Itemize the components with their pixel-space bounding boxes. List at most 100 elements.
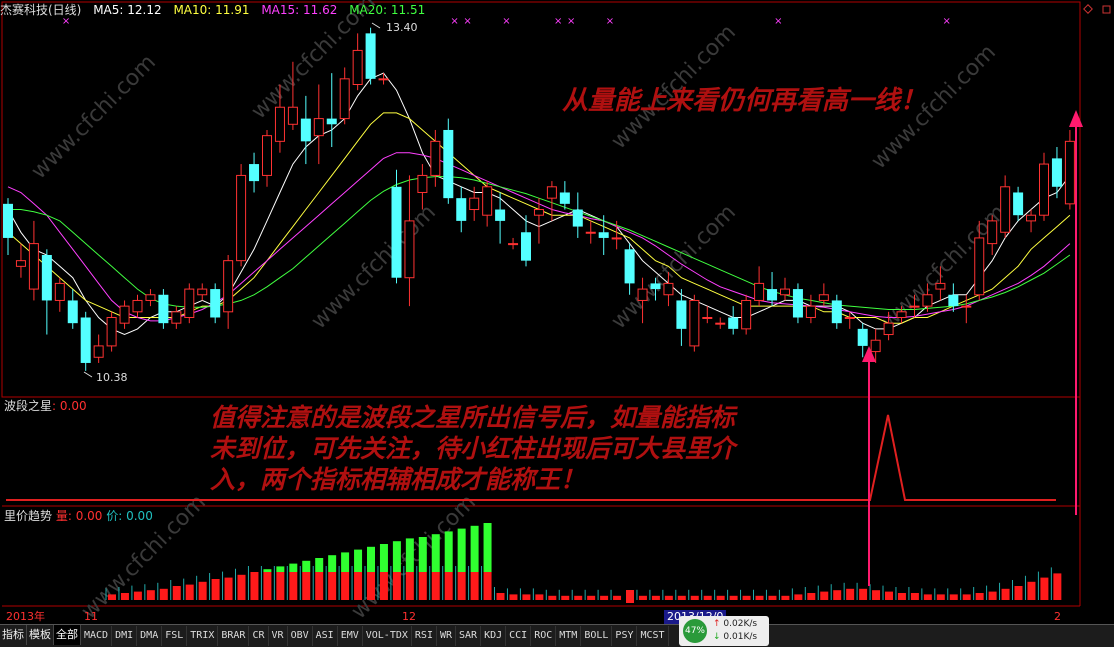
indicator-button-roc[interactable]: ROC — [531, 626, 557, 646]
candle — [987, 215, 998, 255]
volume-bar — [584, 589, 596, 600]
volume-bar — [688, 589, 699, 600]
volume-bar — [481, 523, 492, 600]
candle — [106, 311, 117, 352]
volume-bar — [727, 589, 738, 600]
candle — [1026, 209, 1037, 233]
tab-template[interactable]: 模板 — [27, 625, 54, 645]
low-pointer — [83, 371, 93, 378]
candle — [728, 306, 739, 335]
wave-star-value: : 0.00 — [52, 399, 87, 413]
candle — [792, 283, 803, 324]
indicator-button-emv[interactable]: EMV — [338, 626, 363, 646]
indicator-button-trix[interactable]: TRIX — [187, 626, 219, 646]
indicator-button-fsl[interactable]: FSL — [162, 626, 188, 646]
candle — [249, 152, 260, 193]
indicator-button-vr[interactable]: VR — [269, 626, 288, 646]
candle — [857, 323, 868, 358]
middle-annotation-line1: 值得注意的是波段之星所出信号后，如量能指标 — [210, 403, 736, 432]
candle — [171, 306, 182, 329]
volume-bar — [843, 582, 855, 600]
indicator-button-brar[interactable]: BRAR — [218, 626, 250, 646]
indicator-button-cci[interactable]: CCI — [506, 626, 532, 646]
candle — [145, 289, 156, 307]
indicator-button-wr[interactable]: WR — [437, 626, 457, 646]
middle-annotation-line2: 未到位，可先关注，待小红柱出现后可大县里介 — [210, 434, 736, 463]
volume-bar — [649, 589, 660, 600]
volume-bar — [934, 588, 945, 600]
kline-chart[interactable]: www.cfchi.com www.cfchi.com www.cfchi.com w… — [0, 0, 1114, 646]
candle — [702, 306, 713, 324]
volume-bar — [260, 566, 272, 600]
indicator-button-boll[interactable]: BOLL — [581, 626, 613, 646]
indicator-button-sar[interactable]: SAR — [456, 626, 482, 646]
volume-bar — [455, 528, 466, 600]
volume-bar — [999, 582, 1010, 600]
date-nov: 11 — [84, 610, 98, 623]
candle — [197, 283, 208, 301]
indicator-button-dma[interactable]: DMA — [137, 626, 163, 646]
candle — [93, 334, 104, 363]
volume-bar — [351, 549, 363, 600]
indicator-button-cr[interactable]: CR — [249, 626, 269, 646]
volume-bar — [299, 560, 311, 600]
candle — [508, 237, 519, 250]
ma10-value: MA10: 11.91 — [173, 3, 250, 17]
candle — [339, 67, 350, 125]
volume-bar — [170, 580, 181, 600]
indicator-button-asi[interactable]: ASI — [313, 626, 338, 646]
indicator-button-obv[interactable]: OBV — [288, 626, 313, 646]
volume-bar — [312, 558, 324, 600]
tab-indicator[interactable]: 指标 — [0, 625, 27, 645]
candle — [132, 294, 143, 318]
candle — [1051, 147, 1062, 199]
volume-bar — [895, 587, 906, 600]
indicator-button-kdj[interactable]: KDJ — [481, 626, 507, 646]
volume-bar — [1037, 571, 1049, 600]
candle — [1000, 175, 1011, 238]
candle — [326, 73, 337, 148]
volume-bar — [947, 588, 958, 600]
volume-trend-vol: 量: 0.00 — [55, 509, 103, 523]
indicator-button-rsi[interactable]: RSI — [412, 626, 437, 646]
candle — [831, 294, 842, 329]
volume-bar — [247, 566, 259, 600]
candle — [469, 186, 480, 221]
main-panel-border — [1, 1, 1081, 398]
volume-bar — [494, 587, 505, 600]
candle — [624, 243, 635, 295]
volume-bar — [610, 589, 622, 600]
date-dec: 12 — [402, 610, 416, 623]
download-rate: ↓ 0.01K/s — [713, 632, 757, 642]
candle — [119, 300, 130, 329]
candle — [715, 317, 726, 329]
ma15-value: MA15: 11.62 — [261, 3, 338, 17]
candle — [1013, 186, 1024, 221]
network-status-widget: 47% ↑ 0.02K/s ↓ 0.01K/s — [679, 616, 769, 646]
volume-bar — [908, 587, 919, 600]
indicator-button-vol-tdx[interactable]: VOL-TDX — [363, 626, 412, 646]
indicator-button-mtm[interactable]: MTM — [556, 626, 582, 646]
down-arrow-icon: ↓ — [713, 632, 721, 642]
volume-trend-bars — [105, 523, 1062, 603]
candle — [41, 249, 52, 335]
download-rate-value: 0.01K/s — [723, 632, 758, 642]
middle-annotation-line3: 入，两个指标相辅相成才能称王！ — [210, 465, 586, 494]
upload-rate-value: 0.02K/s — [723, 619, 758, 629]
candle — [3, 198, 13, 255]
volume-bar — [1024, 575, 1036, 600]
volume-bar — [882, 585, 893, 600]
indicator-button-psy[interactable]: PSY — [612, 626, 638, 646]
candle — [676, 289, 687, 346]
volume-bar — [869, 584, 881, 600]
tab-all[interactable]: 全部 — [54, 625, 81, 645]
indicator-button-macd[interactable]: MACD — [81, 626, 113, 646]
indicator-toolbar: 指标 模板 全部 MACD DMI DMA FSL TRIX BRAR CR VR OBV ASI EMV… — [0, 624, 1114, 647]
indicator-button-mcst[interactable]: MCST — [637, 626, 669, 646]
volume-bar — [986, 585, 997, 600]
volume-bar — [597, 589, 609, 600]
chart-header: 杰赛科技(日线) MA5: 12.12 MA10: 11.91 MA15: 11… — [0, 0, 1080, 20]
candle — [54, 277, 65, 312]
indicator-button-dmi[interactable]: DMI — [112, 626, 138, 646]
volume-bar — [662, 589, 673, 600]
